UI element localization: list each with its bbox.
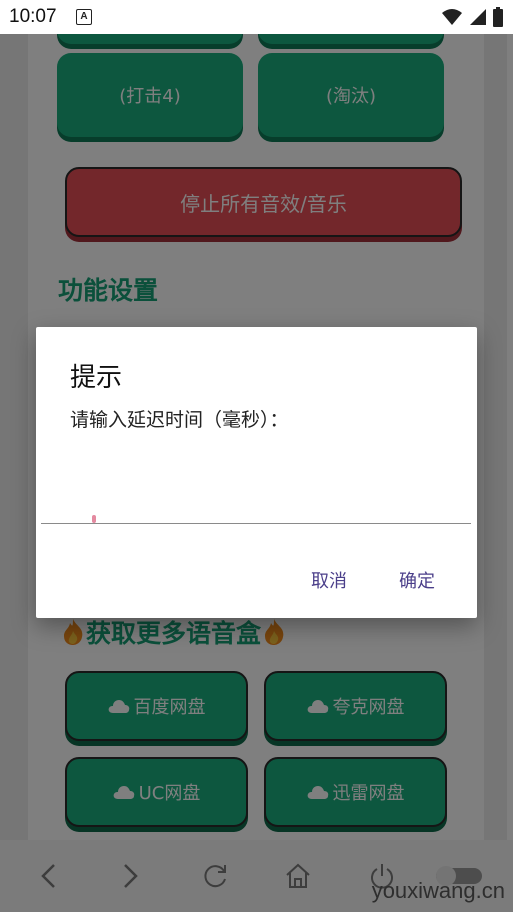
status-time: 10:07 [9,6,57,27]
system-icons [441,7,503,27]
delay-input[interactable] [41,477,471,524]
prompt-dialog: 提示 请输入延迟时间（毫秒）： 取消 确定 [36,327,477,618]
text-cursor-handle[interactable] [92,515,96,523]
battery-icon [493,7,503,27]
status-bar: 10:07 A [0,0,513,34]
signal-icon [470,9,486,25]
confirm-button[interactable]: 确定 [399,567,435,593]
dialog-message: 请输入延迟时间（毫秒）： [70,409,289,431]
wifi-icon [442,9,462,25]
dialog-title: 提示 [70,363,123,393]
alert-a-icon: A [76,9,92,25]
dialog-actions: 取消 确定 [311,567,435,593]
watermark: youxiwang.cn [371,878,505,903]
cancel-button[interactable]: 取消 [311,567,347,593]
